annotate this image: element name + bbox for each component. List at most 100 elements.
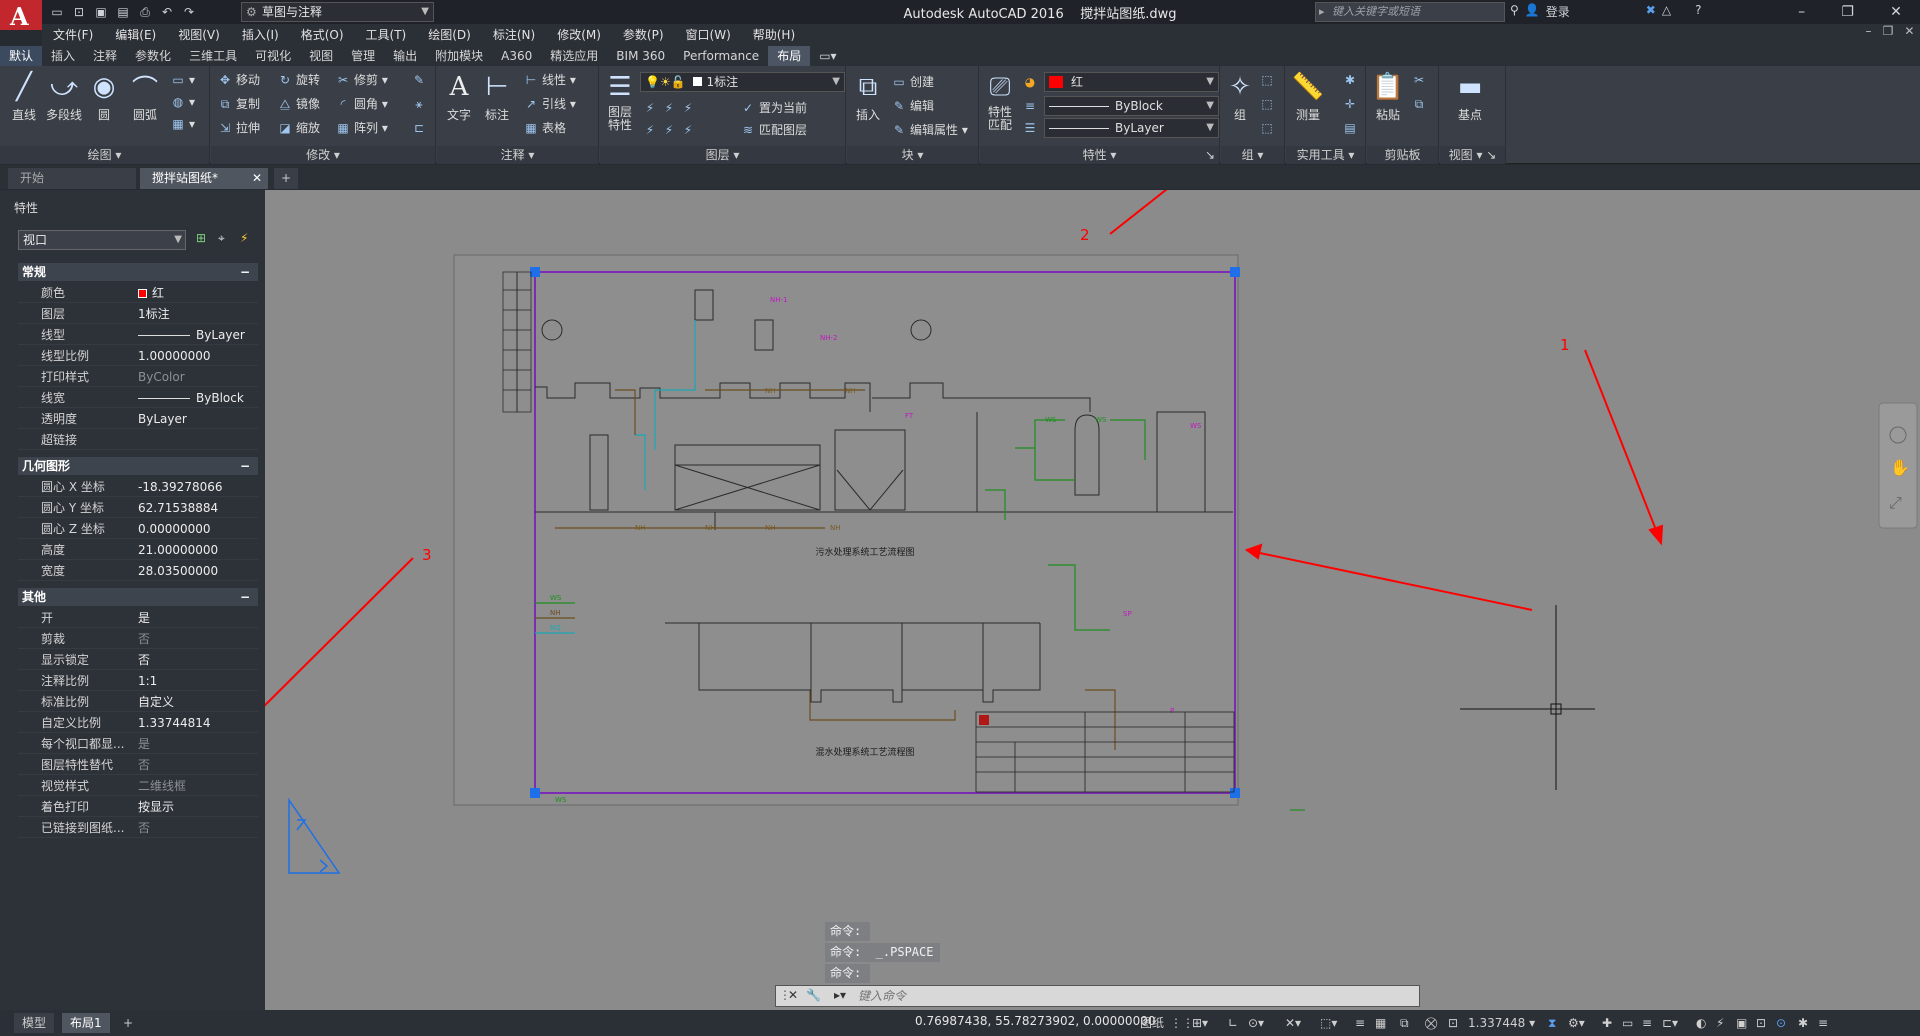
leader-button[interactable]: ↗ 引线 ▾ <box>523 94 576 114</box>
menu-insert[interactable]: 插入(I) <box>231 24 290 46</box>
quick-properties-icon[interactable]: ≡ <box>1642 1014 1652 1032</box>
tab-performance[interactable]: Performance <box>674 46 768 66</box>
property-value[interactable]: 0.00000000 <box>138 519 211 539</box>
object-type-dropdown[interactable]: 视口 ▼ <box>18 230 186 250</box>
tab-output[interactable]: 输出 <box>384 46 426 66</box>
property-value[interactable]: 否 <box>138 818 150 838</box>
rotate-button[interactable]: ↻ 旋转 <box>277 70 320 90</box>
property-value[interactable]: 21.00000000 <box>138 540 218 560</box>
ribbon-options-icon[interactable]: ▭▾ <box>810 46 845 66</box>
menu-dimension[interactable]: 标注(N) <box>482 24 546 46</box>
collapse-icon[interactable]: − <box>240 457 250 475</box>
menu-draw[interactable]: 绘图(D) <box>417 24 482 46</box>
viewport-scale-icon[interactable]: ⊡ <box>1448 1014 1458 1032</box>
move-button[interactable]: ✥ 移动 <box>217 70 260 90</box>
new-layout-button[interactable]: + <box>115 1013 141 1033</box>
status-menu-icon[interactable]: ≡ <box>1818 1014 1828 1032</box>
property-row[interactable]: 线宽 ByBlock <box>18 388 258 408</box>
property-value[interactable]: ByBlock <box>138 388 244 408</box>
create-block-button[interactable]: ▭ 创建 <box>891 72 934 92</box>
layer-properties-button[interactable]: ☰ 图层 特性 <box>602 70 638 132</box>
view-panel-title[interactable]: 视图 ▾ ↘ <box>1440 146 1505 164</box>
tab-model[interactable]: 模型 <box>14 1013 55 1033</box>
transparency-icon[interactable]: ▦ <box>1375 1014 1386 1032</box>
lineweight-toggle-icon[interactable]: ≡ <box>1355 1014 1365 1032</box>
units-icon[interactable]: ▭ <box>1622 1014 1633 1032</box>
layers-panel-title[interactable]: 图层 ▾ <box>600 146 845 164</box>
property-row[interactable]: 视觉样式 二维线框 <box>18 776 258 796</box>
new-tab-button[interactable]: + <box>274 168 298 189</box>
menu-parametric[interactable]: 参数(P) <box>612 24 675 46</box>
hatch-icon[interactable]: ◍ ▾ <box>170 92 195 112</box>
select-objects-icon[interactable]: ⌖ <box>218 231 225 246</box>
command-input[interactable] <box>858 988 1413 1004</box>
property-row[interactable]: 线型比例 1.00000000 <box>18 346 258 366</box>
save-as-icon[interactable]: ▤ <box>114 3 132 21</box>
dimension-button[interactable]: ⊢ 标注 <box>479 70 515 123</box>
annotation-panel-title[interactable]: 注释 ▾ <box>437 146 598 164</box>
clipboard-panel-title[interactable]: 剪贴板 <box>1367 146 1438 164</box>
layer-tools-icon[interactable]: ⚡ ⚡ ⚡ <box>642 98 699 118</box>
erase-icon[interactable]: ✎ <box>411 70 430 90</box>
tab-featured-apps[interactable]: 精选应用 <box>541 46 607 66</box>
isodraft-icon[interactable]: ✕▾ <box>1285 1014 1301 1032</box>
tab-annotate[interactable]: 注释 <box>84 46 126 66</box>
property-row[interactable]: 自定义比例 1.33744814 <box>18 713 258 733</box>
tab-drawing[interactable]: 搅拌站图纸* ✕ <box>140 168 268 189</box>
rectangle-icon[interactable]: ▭ ▾ <box>170 70 195 90</box>
minimize-icon[interactable]: – <box>1798 0 1805 24</box>
graphics-performance-icon[interactable]: ⚡ <box>1716 1014 1724 1032</box>
property-row[interactable]: 开是 <box>18 608 258 628</box>
scale-button[interactable]: ◪ 缩放 <box>277 118 320 138</box>
copy-button[interactable]: ⧉ 复制 <box>217 94 260 114</box>
line-button[interactable]: ╱ 直线 <box>4 70 44 123</box>
property-value[interactable]: 是 <box>138 608 150 628</box>
tab-insert[interactable]: 插入 <box>42 46 84 66</box>
tab-view[interactable]: 视图 <box>300 46 342 66</box>
close-icon[interactable]: ✕ <box>1890 0 1902 24</box>
draw-panel-title[interactable]: 绘图 ▾ <box>0 146 209 164</box>
property-row[interactable]: 高度 21.00000000 <box>18 540 258 560</box>
property-row[interactable]: 图层特性替代 否 <box>18 755 258 775</box>
save-icon[interactable]: ▣ <box>92 3 110 21</box>
tab-default[interactable]: 默认 <box>0 46 43 66</box>
recent-commands-icon[interactable]: ▸▾ <box>834 988 846 1002</box>
text-button[interactable]: A 文字 <box>441 70 477 123</box>
search-input[interactable]: ▸ 键入关键字或短语 <box>1315 2 1505 22</box>
linear-button[interactable]: ⊢ 线性 ▾ <box>523 70 576 90</box>
property-value[interactable]: 是 <box>138 734 150 754</box>
color-dropdown[interactable]: 红 ▼ <box>1044 72 1219 92</box>
tab-manage[interactable]: 管理 <box>342 46 384 66</box>
property-row[interactable]: 圆心 Z 坐标 0.00000000 <box>18 519 258 539</box>
explode-icon[interactable]: ⚹ <box>411 94 430 114</box>
collapse-icon[interactable]: − <box>240 263 250 281</box>
property-row[interactable]: 超链接 <box>18 430 258 450</box>
menu-view[interactable]: 视图(V) <box>167 24 231 46</box>
lineweight-icon[interactable]: ☰ <box>1022 118 1041 138</box>
offset-icon[interactable]: ⊏ <box>411 118 430 138</box>
cut-icon[interactable]: ✂ <box>1411 70 1430 90</box>
lineweight-dropdown[interactable]: ByLayer ▼ <box>1044 118 1219 138</box>
redo-icon[interactable]: ↷ <box>180 3 198 21</box>
property-row[interactable]: 已链接到图纸... 否 <box>18 818 258 838</box>
copy-clip-icon[interactable]: ⧉ <box>1411 94 1430 114</box>
lock-ui-icon[interactable]: ⊏▾ <box>1662 1014 1678 1032</box>
property-value[interactable]: 1.00000000 <box>138 346 211 366</box>
property-value[interactable]: ByLayer <box>138 325 245 345</box>
point-icon[interactable]: ✛ <box>1342 94 1361 114</box>
polar-icon[interactable]: ⊙▾ <box>1248 1014 1264 1032</box>
selection-cycling-icon[interactable]: ⧉ <box>1400 1014 1409 1032</box>
tab-visualize[interactable]: 可视化 <box>246 46 300 66</box>
hardware-acceleration-icon[interactable]: ▣ <box>1736 1014 1747 1032</box>
tab-addins[interactable]: 附加模块 <box>426 46 492 66</box>
section-header[interactable]: 几何图形 − <box>18 457 258 475</box>
array-button[interactable]: ▦ 阵列 ▾ <box>335 118 388 138</box>
property-value[interactable]: 二维线框 <box>138 776 186 796</box>
annotation-monitor-icon[interactable]: ✚ <box>1602 1014 1612 1032</box>
clean-screen-icon[interactable]: ⊡ <box>1756 1014 1766 1032</box>
group-panel-title[interactable]: 组 ▾ <box>1221 146 1284 164</box>
close-cmd-icon[interactable]: ✕ <box>788 988 798 1002</box>
dialog-launcher-icon[interactable]: ↘ <box>1205 146 1215 164</box>
match-layer-button[interactable]: ≋ 匹配图层 <box>740 120 807 140</box>
group-button[interactable]: ✧ 组 <box>1223 70 1257 123</box>
